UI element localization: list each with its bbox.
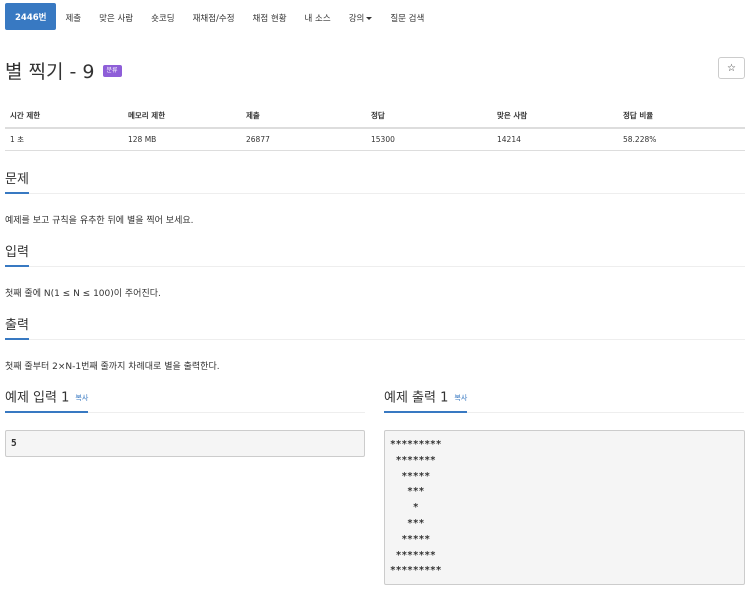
section-header: 출력 [5,317,745,340]
sample-input-heading-wrap: 예제 입력 1 복사 [5,388,89,413]
nav-tab-submit[interactable]: 제출 [56,0,90,36]
col-time-limit: 시간 제한 [5,104,123,129]
problem-title-row: 별 찍기 - 9 분류 [5,57,122,84]
section-header: 예제 입력 1 복사 [5,388,365,413]
input-section: 입력 첫째 줄에 N(1 ≤ N ≤ 100)이 주어진다. [5,244,745,299]
col-accuracy: 정답 비율 [618,104,745,129]
memory-limit-value: 128 MB [123,128,241,151]
output-heading: 출력 [5,317,29,340]
output-text: 첫째 줄부터 2×N-1번째 줄까지 차례대로 별을 출력한다. [5,362,220,372]
accepted-users-value: 14214 [492,128,618,151]
nav-tab-rejudge[interactable]: 재채점/수정 [184,0,244,36]
nav-tab-accepted-users[interactable]: 맞은 사람 [90,0,142,36]
copy-input-link[interactable]: 복사 [75,394,88,402]
table-header-row: 시간 제한 메모리 제한 제출 정답 맞은 사람 정답 비율 [5,104,745,129]
col-accepted: 정답 [366,104,492,129]
nav-tab-lectures[interactable]: 강의 [340,0,382,36]
sample-input-heading: 예제 입력 1 [5,390,70,406]
copy-output-link[interactable]: 복사 [454,394,467,402]
input-text: 첫째 줄에 N(1 ≤ N ≤ 100)이 주어진다. [5,289,161,299]
sample-output-section: 예제 출력 1 복사 [384,388,744,413]
chevron-down-icon [366,16,373,20]
nav-lectures-label: 강의 [348,14,365,24]
col-memory-limit: 메모리 제한 [123,104,241,129]
section-header: 예제 출력 1 복사 [384,388,744,413]
section-header: 문제 [5,171,745,194]
nav-tab-my-source[interactable]: 내 소스 [296,0,340,36]
input-heading: 입력 [5,244,29,267]
accuracy-value: 58.228% [618,128,745,151]
sample-output-heading-wrap: 예제 출력 1 복사 [384,388,468,413]
time-limit-value: 1 초 [5,128,123,151]
col-accepted-users: 맞은 사람 [492,104,618,129]
sample-output-box[interactable]: ********* ******* ***** *** * *** ***** … [384,430,745,585]
section-header: 입력 [5,244,745,267]
problem-info-table: 시간 제한 메모리 제한 제출 정답 맞은 사람 정답 비율 1 초 128 M… [5,104,745,151]
nav-tab-question-search[interactable]: 질문 검색 [381,0,433,36]
output-section: 출력 첫째 줄부터 2×N-1번째 줄까지 차례대로 별을 출력한다. [5,317,745,372]
star-icon: ☆ [727,62,736,74]
problem-nav-bar: 2446번 제출 맞은 사람 숏코딩 재채점/수정 채점 현황 내 소스 강의 … [0,0,750,36]
problem-description-section: 문제 예제를 보고 규칙을 유추한 뒤에 별을 찍어 보세요. [5,171,745,226]
nav-tab-short-coding[interactable]: 숏코딩 [142,0,183,36]
problem-heading: 문제 [5,171,29,194]
nav-tab-problem[interactable]: 2446번 [5,3,57,30]
favorite-button[interactable]: ☆ [718,57,745,79]
sample-output-heading: 예제 출력 1 [384,390,449,406]
sample-input-box[interactable]: 5 [5,430,365,457]
problem-text: 예제를 보고 규칙을 유추한 뒤에 별을 찍어 보세요. [5,216,194,226]
accepted-value: 15300 [366,128,492,151]
table-row: 1 초 128 MB 26877 15300 14214 58.228% [5,128,745,151]
category-badge[interactable]: 분류 [102,64,122,77]
page-title: 별 찍기 - 9 [5,61,95,83]
col-submissions: 제출 [241,104,366,129]
sample-input-section: 예제 입력 1 복사 [5,388,365,413]
nav-tab-status[interactable]: 채점 현황 [244,0,296,36]
submissions-value: 26877 [241,128,366,151]
